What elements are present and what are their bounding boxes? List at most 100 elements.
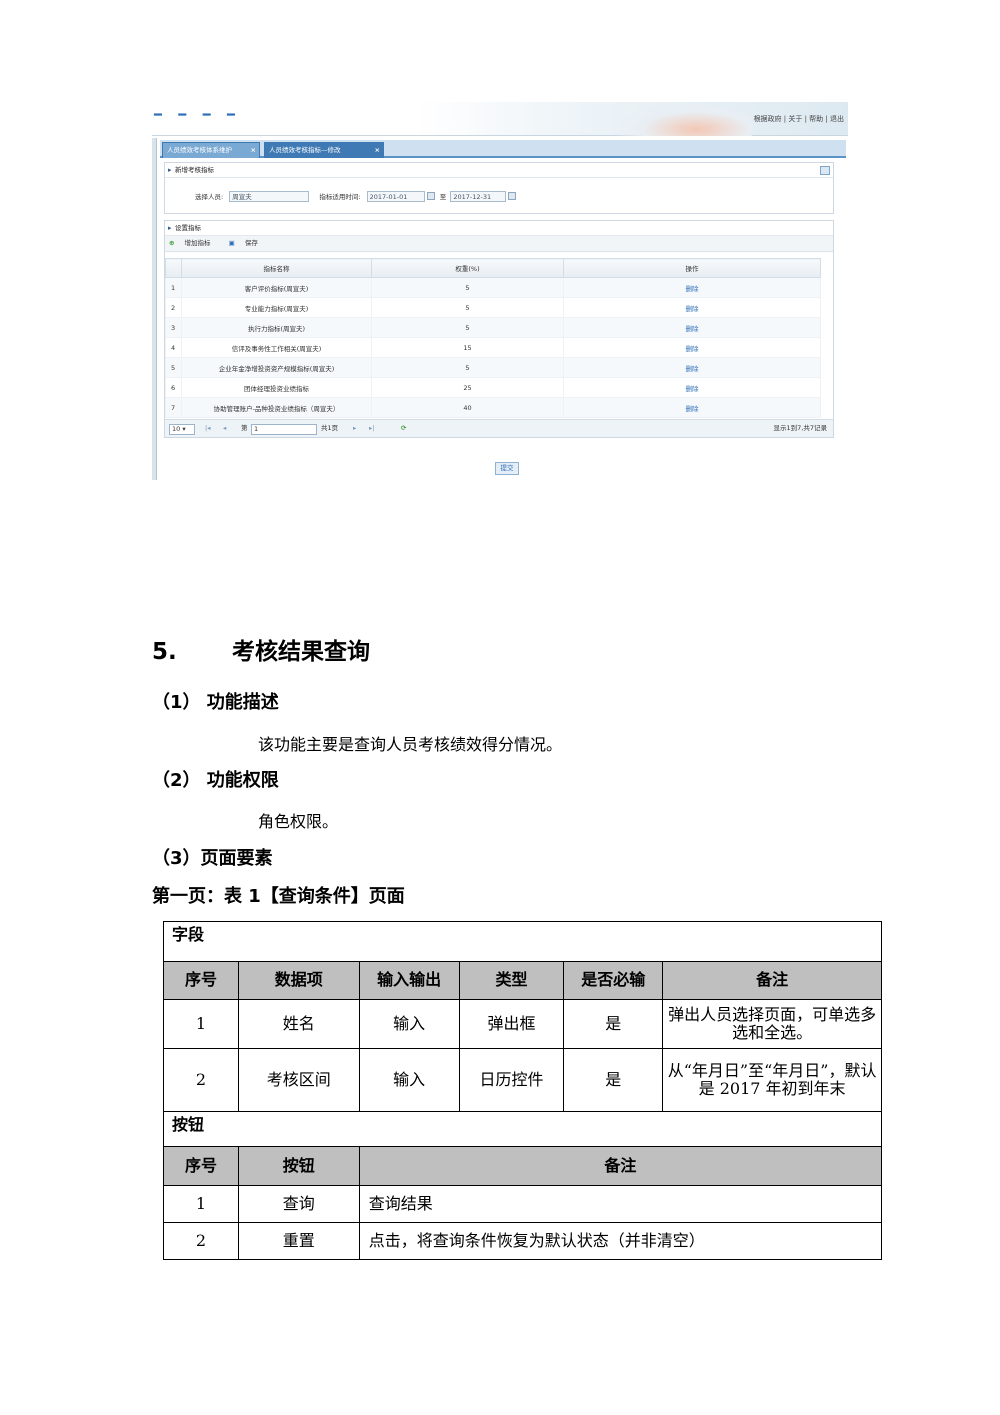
cell-no: 2 — [163, 1048, 239, 1112]
cell-remark: 点击，将查询条件恢复为默认状态（并非清空） — [358, 1222, 883, 1260]
cell-remark: 从“年月日”至“年月日”，默认是 2017 年初到年末 — [662, 1048, 882, 1112]
row-index: 6 — [165, 377, 182, 398]
tab-indicator-edit[interactable]: 人员绩效考核指标—修改 × — [264, 142, 384, 158]
section-title: 考核结果查询 — [232, 639, 370, 665]
buttons-label: 按钮 — [163, 1111, 882, 1147]
grid-header-weight: 权重(%) — [371, 258, 564, 278]
table-row: 4 信评及事务性工作相关(周宣夫) 15 删除 — [165, 337, 821, 358]
record-info: 显示1到7,共7记录 — [773, 424, 827, 432]
header-no: 序号 — [163, 961, 239, 1000]
date-to-input[interactable]: 2017-12-31 — [450, 191, 507, 202]
row-index: 4 — [165, 337, 182, 358]
table-row: 7 协助管理账户-品种投资业绩指标（周宣夫） 40 删除 — [165, 397, 821, 418]
person-input[interactable]: 周宣夫 — [229, 191, 310, 202]
close-icon[interactable]: × — [251, 143, 256, 158]
row-name: 专业能力指标(周宣夫) — [181, 297, 372, 318]
cell-button: 查询 — [237, 1185, 360, 1223]
buttons-section-row: 按钮 — [163, 1111, 882, 1147]
app-logo: ━ ━ ━ ━ — [154, 108, 241, 123]
row-index: 1 — [165, 277, 182, 298]
table-row: 2 专业能力指标(周宣夫) 5 删除 — [165, 297, 821, 318]
header-no: 序号 — [163, 1146, 239, 1186]
page-number-input[interactable]: 1 — [251, 424, 317, 435]
header-type: 类型 — [458, 961, 565, 1000]
delete-link[interactable]: 删除 — [563, 397, 821, 418]
first-page-icon[interactable]: |◂ — [205, 420, 210, 437]
row-index: 5 — [165, 357, 182, 378]
header-remark: 备注 — [358, 1146, 883, 1186]
row-weight: 5 — [371, 277, 564, 298]
grid-header-action: 操作 — [563, 258, 821, 278]
left-rail — [152, 138, 157, 480]
delete-link[interactable]: 删除 — [563, 317, 821, 338]
table-row: 2 重置 点击，将查询条件恢复为默认状态（并非清空） — [163, 1222, 883, 1260]
cell-no: 1 — [163, 1185, 239, 1223]
delete-link[interactable]: 删除 — [563, 357, 821, 378]
tab-bar: 人员绩效考核体系维护 × 人员绩效考核指标—修改 × — [160, 140, 846, 158]
last-page-icon[interactable]: ▸| — [369, 420, 374, 437]
table-row: 1 客户评价指标(周宣夫) 5 删除 — [165, 277, 821, 298]
banner-artwork — [612, 102, 752, 136]
cell-button: 重置 — [237, 1222, 360, 1260]
subheading-permission: （2） 功能权限 — [152, 770, 279, 791]
close-icon[interactable]: × — [375, 143, 380, 158]
delete-link[interactable]: 删除 — [563, 277, 821, 298]
function-description: 该功能主要是查询人员考核绩效得分情况。 — [258, 735, 563, 754]
row-name: 信评及事务性工作相关(周宣夫) — [181, 337, 372, 358]
tab-system-maintenance[interactable]: 人员绩效考核体系维护 × — [162, 142, 260, 158]
fields-section-row: 字段 — [163, 921, 882, 962]
row-index: 3 — [165, 317, 182, 338]
header-io: 输入输出 — [358, 961, 460, 1000]
calendar-icon[interactable] — [426, 192, 435, 200]
total-pages: 共1页 — [321, 424, 339, 432]
add-indicator-button[interactable]: ⊕ 增加指标 — [169, 239, 219, 247]
cell-no: 1 — [163, 999, 239, 1049]
row-index: 7 — [165, 397, 182, 418]
page-size-value: 10 — [172, 425, 181, 433]
grid-header-row: 指标名称 权重(%) 操作 — [165, 258, 821, 278]
delete-link[interactable]: 删除 — [563, 377, 821, 398]
cell-io: 输入 — [358, 1048, 460, 1112]
row-weight: 25 — [371, 377, 564, 398]
delete-link[interactable]: 删除 — [563, 337, 821, 358]
table-row: 5 企业年金净增投资资产规模指标(周宣夫) 5 删除 — [165, 357, 821, 378]
submit-button[interactable]: 提交 — [495, 462, 519, 475]
table-caption: 第一页：表 1【查询条件】页面 — [152, 886, 405, 907]
spec-table: 字段 序号 数据项 输入输出 类型 是否必输 备注 1 姓名 输入 弹出框 是 … — [163, 921, 883, 1260]
table-row: 2 考核区间 输入 日历控件 是 从“年月日”至“年月日”，默认是 2017 年… — [163, 1048, 882, 1112]
subheading-function: （1） 功能描述 — [152, 692, 279, 713]
save-icon: ▣ — [228, 239, 235, 247]
next-page-icon[interactable]: ▸ — [353, 420, 356, 437]
pager: 10 ▾ |◂ ◂ 第 1 共1页 ▸ ▸| ⟳ 显示1到7,共7记录 — [165, 419, 833, 437]
delete-link[interactable]: 删除 — [563, 297, 821, 318]
indicator-grid: 指标名称 权重(%) 操作 1 客户评价指标(周宣夫) 5 删除 2 专业能力指… — [165, 258, 821, 418]
panel-title: 新增考核指标 — [165, 163, 833, 178]
refresh-icon[interactable]: ⟳ — [401, 420, 406, 437]
panel-title: 设置指标 — [165, 221, 833, 236]
add-icon: ⊕ — [169, 239, 175, 247]
date-from-input[interactable]: 2017-01-01 — [366, 191, 425, 202]
row-index: 2 — [165, 297, 182, 318]
section-number: 5. — [152, 639, 177, 665]
grid-toolbar: ⊕ 增加指标 ▣ 保存 — [165, 236, 833, 252]
top-links[interactable]: 根据政府 | 关于 | 帮助 | 退出 — [754, 114, 844, 124]
calendar-icon[interactable] — [508, 192, 517, 200]
page-size-select[interactable]: 10 ▾ — [169, 424, 195, 435]
grid-header-name: 指标名称 — [181, 258, 372, 278]
header-remark: 备注 — [662, 961, 882, 1000]
cell-type: 日历控件 — [458, 1048, 565, 1112]
save-button[interactable]: ▣ 保存 — [229, 239, 266, 247]
row-weight: 15 — [371, 337, 564, 358]
row-name: 执行力指标(周宣夫) — [181, 317, 372, 338]
indicator-form-row: 选择人员: 周宣夫 指标适用时间: 2017-01-01 至 2017-12-3… — [195, 191, 517, 203]
grid-header-index — [165, 258, 182, 278]
date-to-label: 至 — [439, 193, 447, 201]
cell-item: 姓名 — [237, 999, 360, 1049]
header-item: 数据项 — [237, 961, 360, 1000]
collapse-icon[interactable] — [820, 166, 830, 175]
section-heading: 5. 考核结果查询 — [152, 632, 370, 666]
prev-page-icon[interactable]: ◂ — [223, 420, 226, 437]
page-prefix: 第 — [241, 424, 248, 432]
header-button: 按钮 — [237, 1146, 360, 1186]
save-label: 保存 — [244, 239, 258, 247]
